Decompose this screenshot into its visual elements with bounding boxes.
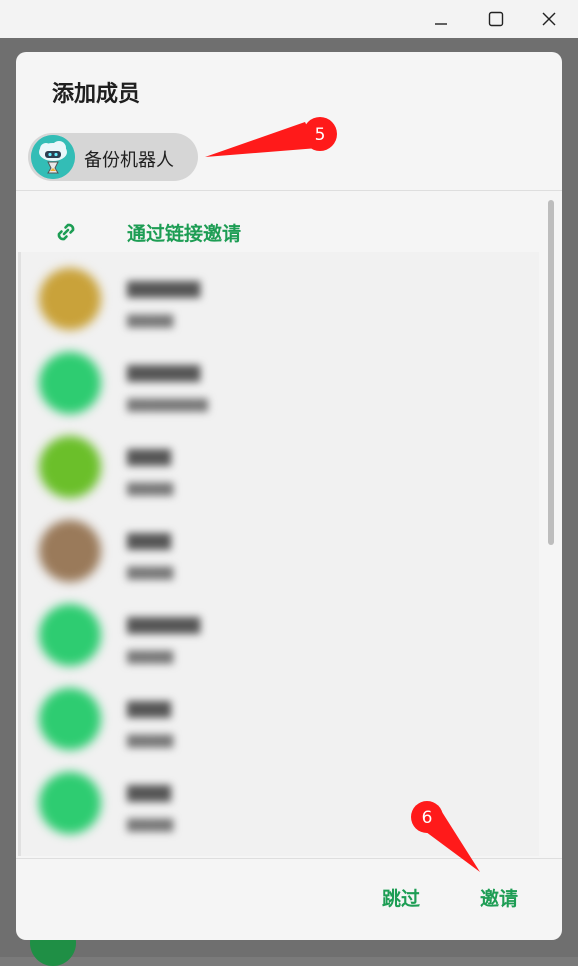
contact-name-blurred: ▆▆▆ (127, 444, 171, 466)
close-icon (542, 12, 556, 26)
contact-name-blurred: ▆▆▆▆▆ (127, 276, 201, 298)
close-button[interactable] (524, 0, 574, 38)
minimize-icon (435, 23, 447, 25)
divider (16, 858, 562, 859)
contact-name-blurred: ▆▆▆ (127, 780, 171, 802)
robot-cloud-avatar-icon (31, 135, 75, 179)
contact-detail-blurred: ▆▆▆▆▆▆▆ (127, 394, 208, 412)
list-item[interactable]: ▆▆▆ ▆▆▆▆ (21, 504, 539, 588)
contact-detail-blurred: ▆▆▆▆ (127, 646, 174, 664)
window-titlebar (0, 0, 578, 38)
selected-member-chip[interactable]: 备份机器人 (28, 133, 198, 181)
contact-list: ▆▆▆▆▆ ▆▆▆▆ ▆▆▆▆▆ ▆▆▆▆▆▆▆ ▆▆▆ ▆▆▆▆ ▆▆▆ ▆▆… (18, 252, 539, 856)
link-icon (57, 223, 75, 241)
add-member-dialog: 添加成员 备份机器人 通过链接邀请 ▆▆▆▆▆ ▆▆▆▆ ▆▆▆▆▆ ▆▆▆▆▆… (16, 52, 562, 940)
minimize-button[interactable] (416, 0, 466, 38)
contact-detail-blurred: ▆▆▆▆ (127, 814, 174, 832)
avatar (39, 604, 101, 666)
contact-detail-blurred: ▆▆▆▆ (127, 730, 174, 748)
list-item[interactable]: ▆▆▆▆▆ ▆▆▆▆ (21, 588, 539, 672)
list-item[interactable]: ▆▆▆ ▆▆▆▆ (21, 756, 539, 840)
invite-via-link-label: 通过链接邀请 (127, 223, 242, 245)
divider (16, 190, 562, 191)
avatar (39, 436, 101, 498)
selected-member-name: 备份机器人 (84, 150, 174, 171)
dialog-title: 添加成员 (52, 82, 141, 107)
contact-name-blurred: ▆▆▆ (127, 528, 171, 550)
contact-name-blurred: ▆▆▆▆▆ (127, 360, 201, 382)
avatar (39, 268, 101, 330)
contact-name-blurred: ▆▆▆▆▆ (127, 612, 201, 634)
skip-button[interactable]: 跳过 (382, 884, 420, 911)
list-item[interactable]: ▆▆▆ ▆▆▆▆ (21, 672, 539, 756)
contact-detail-blurred: ▆▆▆▆ (127, 562, 174, 580)
list-item[interactable]: ▆▆▆▆▆ ▆▆▆▆ (21, 252, 539, 336)
maximize-button[interactable] (471, 0, 521, 38)
list-item[interactable]: ▆▆▆▆▆ ▆▆▆▆▆▆▆ (21, 336, 539, 420)
invite-button[interactable]: 邀请 (480, 884, 518, 911)
contact-detail-blurred: ▆▆▆▆ (127, 310, 174, 328)
maximize-icon (488, 11, 504, 27)
avatar (39, 352, 101, 414)
avatar (39, 520, 101, 582)
list-item[interactable]: ▆▆▆ ▆▆▆▆ (21, 420, 539, 504)
contact-detail-blurred: ▆▆▆▆ (127, 478, 174, 496)
avatar (39, 772, 101, 834)
avatar (39, 688, 101, 750)
list-scrollbar[interactable] (548, 200, 554, 545)
contact-name-blurred: ▆▆▆ (127, 696, 171, 718)
